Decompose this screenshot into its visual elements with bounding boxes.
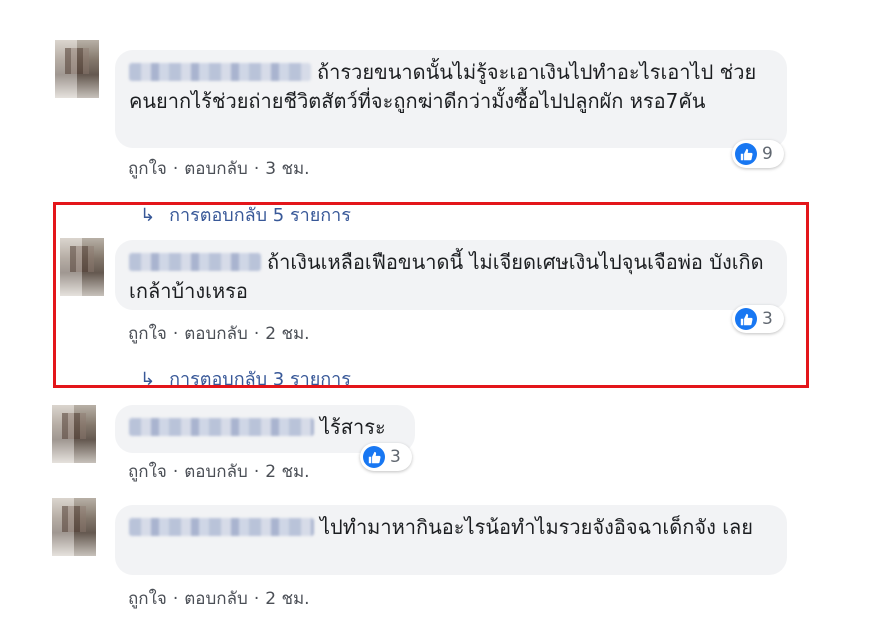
reply-link[interactable]: ตอบกลับ [184, 589, 248, 609]
like-link[interactable]: ถูกใจ [128, 462, 167, 482]
timestamp[interactable]: 2 ชม. [265, 462, 309, 482]
commenter-name-blurred[interactable] [129, 418, 314, 436]
like-link[interactable]: ถูกใจ [128, 159, 167, 179]
commenter-name-blurred[interactable] [129, 518, 314, 536]
comment-actions: ถูกใจ · ตอบกลับ · 2 ชม. [128, 458, 310, 485]
separator: · [253, 159, 260, 179]
separator: · [172, 589, 179, 609]
comment-bubble: ถ้ารวยขนาดนั้นไม่รู้จะเอาเงินไปทำอะไรเอา… [115, 50, 787, 148]
separator: · [172, 159, 179, 179]
timestamp[interactable]: 3 ชม. [265, 159, 309, 179]
comment-bubble: ไปทำมาหากินอะไรน้อทำไมรวยจังอิจฉาเด็กจัง… [115, 505, 787, 575]
avatar[interactable] [55, 40, 99, 98]
highlight-box [53, 202, 809, 388]
thumbs-up-icon [363, 446, 385, 468]
thumbs-up-icon [735, 143, 757, 165]
reply-link[interactable]: ตอบกลับ [184, 159, 248, 179]
comment-text: ไร้สาระ [320, 415, 386, 439]
reply-link[interactable]: ตอบกลับ [184, 462, 248, 482]
separator: · [253, 462, 260, 482]
reaction-count: 9 [762, 144, 773, 164]
comment-text: ไปทำมาหากินอะไรน้อทำไมรวยจังอิจฉาเด็กจัง… [320, 515, 754, 539]
avatar[interactable] [52, 405, 96, 463]
separator: · [253, 589, 260, 609]
timestamp[interactable]: 2 ชม. [265, 589, 309, 609]
comment-actions: ถูกใจ · ตอบกลับ · 3 ชม. [128, 155, 310, 182]
avatar[interactable] [52, 498, 96, 556]
separator: · [172, 462, 179, 482]
reaction-count-badge[interactable]: 9 [732, 140, 784, 168]
like-link[interactable]: ถูกใจ [128, 589, 167, 609]
reaction-count-badge[interactable]: 3 [360, 443, 412, 471]
commenter-name-blurred[interactable] [129, 63, 311, 81]
comment-actions: ถูกใจ · ตอบกลับ · 2 ชม. [128, 585, 310, 612]
reaction-count: 3 [390, 447, 401, 467]
